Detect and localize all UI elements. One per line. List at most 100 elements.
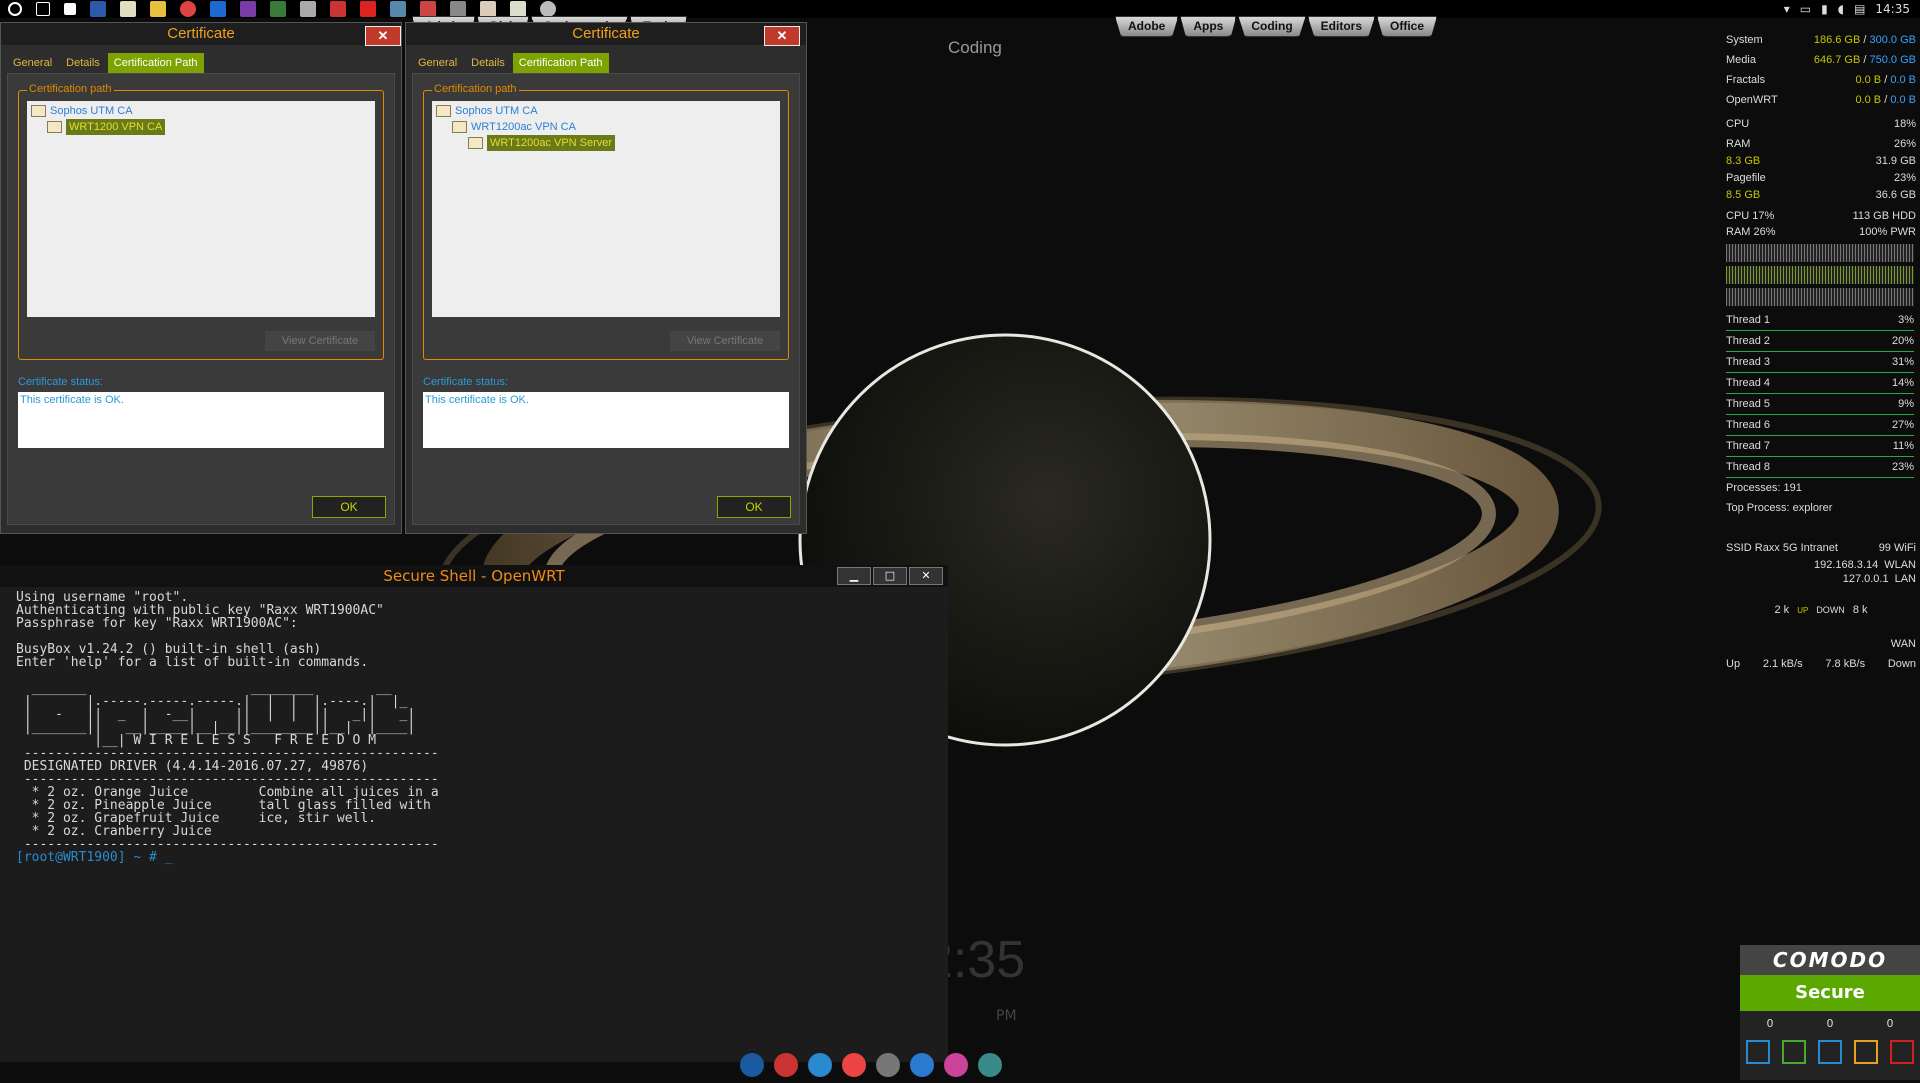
ssid-row: SSID Raxx 5G Intranet 99 WiFi bbox=[1726, 542, 1916, 554]
tray-volume-icon[interactable]: ◖ bbox=[1838, 2, 1844, 16]
comodo-status[interactable]: Secure bbox=[1740, 975, 1920, 1011]
drive-row: Media 646.7 GB / 750.0 GB bbox=[1726, 54, 1916, 66]
chrome-dock-icon[interactable] bbox=[842, 1053, 866, 1077]
rdp-icon[interactable] bbox=[390, 1, 406, 17]
toolbar-tab-coding[interactable]: Coding bbox=[1238, 16, 1306, 37]
calc-icon[interactable] bbox=[330, 1, 346, 17]
terminal-title: Secure Shell - OpenWRT bbox=[383, 567, 565, 585]
comodo-sandbox-icon[interactable] bbox=[1818, 1040, 1842, 1064]
tree-item[interactable]: Sophos UTM CA bbox=[31, 103, 371, 119]
notes-icon[interactable] bbox=[120, 1, 136, 17]
view-certificate-button[interactable]: View Certificate bbox=[265, 331, 375, 351]
ssh-terminal-window[interactable]: Secure Shell - OpenWRT ▁ □ ✕ Using usern… bbox=[0, 565, 948, 1062]
folder2-icon[interactable] bbox=[510, 1, 526, 17]
drive-row: System 186.6 GB / 300.0 GB bbox=[1726, 34, 1916, 46]
pagefile-detail-row: 8.5 GB 36.6 GB bbox=[1726, 189, 1916, 201]
tab-details[interactable]: Details bbox=[465, 53, 511, 73]
toolbar-tab-office[interactable]: Office bbox=[1377, 16, 1438, 37]
ie-dock-icon[interactable] bbox=[910, 1053, 934, 1077]
itunes-dock-icon[interactable] bbox=[944, 1053, 968, 1077]
maximize-button[interactable]: □ bbox=[873, 567, 907, 585]
comodo-counters: 0 0 0 bbox=[1740, 1011, 1920, 1036]
tree-item[interactable]: WRT1200ac VPN CA bbox=[436, 119, 776, 135]
certificate-icon bbox=[47, 121, 62, 133]
tray-battery-icon[interactable]: ▮ bbox=[1821, 2, 1828, 16]
thread-row: Thread 4 14% bbox=[1726, 373, 1914, 394]
rate-row: Up 2.1 kB/s 7.8 kB/s Down bbox=[1726, 658, 1916, 670]
comodo-stats-icon[interactable] bbox=[1854, 1040, 1878, 1064]
chrome-icon[interactable] bbox=[180, 1, 196, 17]
certificate-status-box: This certificate is OK. bbox=[423, 392, 789, 448]
certificate-status-box: This certificate is OK. bbox=[18, 392, 384, 448]
mini-cpu-row: CPU 17% 113 GB HDD bbox=[1726, 210, 1916, 222]
network-icon[interactable] bbox=[270, 1, 286, 17]
tab-certification-path[interactable]: Certification Path bbox=[107, 53, 204, 73]
store-icon[interactable] bbox=[64, 3, 76, 15]
dock-app-icon[interactable] bbox=[978, 1053, 1002, 1077]
comodo-widget[interactable]: COMODO Secure 0 0 0 bbox=[1740, 945, 1920, 1080]
traffic-row: 2 k UP DOWN 8 k bbox=[1774, 604, 1868, 616]
acrobat-icon[interactable] bbox=[360, 1, 376, 17]
start-icon[interactable] bbox=[8, 2, 22, 16]
tray-notification-icon[interactable]: ▤ bbox=[1854, 2, 1865, 16]
toolbar-right: Adobe Apps Coding Editors Office bbox=[1115, 16, 1438, 37]
outlook-icon[interactable] bbox=[210, 1, 226, 17]
certificate-tree: Sophos UTM CA WRT1200ac VPN CA WRT1200ac… bbox=[432, 101, 780, 317]
dock-app-icon[interactable] bbox=[876, 1053, 900, 1077]
system-monitor-sidebar: System 186.6 GB / 300.0 GB Media 646.7 GB … bbox=[1726, 30, 1920, 1080]
desktop-clock-pm: PM bbox=[996, 1008, 1017, 1024]
cpu-graph bbox=[1726, 244, 1914, 262]
minimize-button[interactable]: ▁ bbox=[837, 567, 871, 585]
tab-details[interactable]: Details bbox=[60, 53, 106, 73]
close-button[interactable]: ✕ bbox=[909, 567, 943, 585]
certification-path-label: Certification path bbox=[432, 83, 519, 95]
ok-button[interactable]: OK bbox=[312, 496, 386, 518]
dock-app-icon[interactable] bbox=[740, 1053, 764, 1077]
certificate-icon bbox=[31, 105, 46, 117]
tray-network-icon[interactable]: ▭ bbox=[1800, 2, 1811, 16]
ok-button[interactable]: OK bbox=[717, 496, 791, 518]
dialog-body: Certification path Sophos UTM CA WRT1200… bbox=[412, 73, 800, 525]
thread-row: Thread 2 20% bbox=[1726, 331, 1914, 352]
tree-item[interactable]: WRT1200 VPN CA bbox=[31, 119, 371, 135]
putty-icon[interactable] bbox=[300, 1, 316, 17]
chrome2-icon[interactable] bbox=[540, 1, 556, 17]
tab-general[interactable]: General bbox=[7, 53, 58, 73]
tab-general[interactable]: General bbox=[412, 53, 463, 73]
folder-icon[interactable] bbox=[480, 1, 496, 17]
tree-item[interactable]: Sophos UTM CA bbox=[436, 103, 776, 119]
certification-path-label: Certification path bbox=[27, 83, 114, 95]
view-certificate-button[interactable]: View Certificate bbox=[670, 331, 780, 351]
close-button[interactable]: ✕ bbox=[365, 26, 401, 46]
certificate-icon bbox=[436, 105, 451, 117]
comodo-block-icon[interactable] bbox=[1890, 1040, 1914, 1064]
counter-1: 0 bbox=[1766, 1017, 1774, 1030]
terminal-line: Passphrase for key "Raxx WRT1900AC": bbox=[16, 616, 298, 631]
tool-icon[interactable] bbox=[450, 1, 466, 17]
explorer-icon[interactable] bbox=[150, 1, 166, 17]
dialog-title: Certificate bbox=[406, 23, 806, 45]
dock-app-icon[interactable] bbox=[808, 1053, 832, 1077]
tray-chevron-icon[interactable]: ▾ bbox=[1784, 2, 1790, 16]
red-app-icon[interactable] bbox=[420, 1, 436, 17]
powershell-icon[interactable] bbox=[90, 1, 106, 17]
dock-app-icon[interactable] bbox=[774, 1053, 798, 1077]
tab-certification-path[interactable]: Certification Path bbox=[512, 53, 609, 73]
tray-clock[interactable]: 14:35 bbox=[1875, 2, 1910, 16]
thread-row: Thread 7 11% bbox=[1726, 436, 1914, 457]
toolbar-tab-editors[interactable]: Editors bbox=[1307, 16, 1376, 37]
comodo-shield-icon[interactable] bbox=[1746, 1040, 1770, 1064]
close-button[interactable]: ✕ bbox=[764, 26, 800, 46]
onenote-icon[interactable] bbox=[240, 1, 256, 17]
mini-ram-row: RAM 26% 100% PWR bbox=[1726, 226, 1916, 238]
dialog-tabs: General Details Certification Path bbox=[412, 53, 806, 73]
dialog-body: Certification path Sophos UTM CA WRT1200… bbox=[7, 73, 395, 525]
certificate-dialog-right: Certificate ✕ General Details Certificat… bbox=[405, 22, 807, 534]
counter-2: 0 bbox=[1826, 1017, 1834, 1030]
top-taskbar: ▾ ▭ ▮ ◖ ▤ 14:35 bbox=[0, 0, 1920, 18]
toolbar-tab-apps[interactable]: Apps bbox=[1180, 16, 1237, 37]
comodo-chart-icon[interactable] bbox=[1782, 1040, 1806, 1064]
tree-item[interactable]: WRT1200ac VPN Server bbox=[436, 135, 776, 151]
toolbar-tab-adobe[interactable]: Adobe bbox=[1115, 16, 1179, 37]
taskview-icon[interactable] bbox=[36, 2, 50, 16]
